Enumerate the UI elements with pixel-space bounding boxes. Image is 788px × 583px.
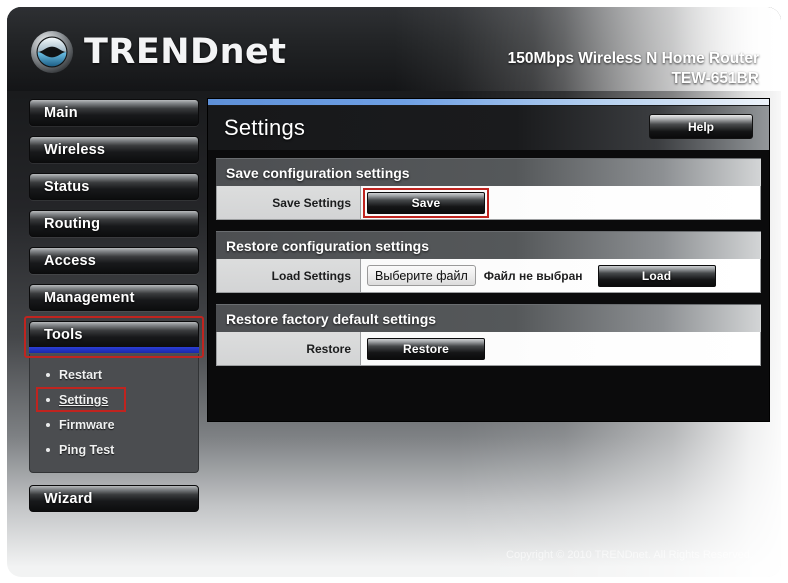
page-header: TRENDnet 150Mbps Wireless N Home Router … — [7, 7, 781, 91]
restore-button[interactable]: Restore — [367, 337, 485, 360]
panel-top-accent-bar — [208, 99, 769, 106]
panel-body: Save configuration settings Save Setting… — [208, 150, 769, 376]
load-button[interactable]: Load — [597, 264, 716, 287]
product-model-line: 150Mbps Wireless N Home Router — [507, 50, 759, 67]
sidebar-navigation: Main Wireless Status Routing Access Mana… — [24, 99, 204, 522]
active-accent-bar — [29, 347, 199, 353]
save-button[interactable]: Save — [363, 187, 489, 218]
bullet-icon — [46, 397, 50, 402]
submenu-item-label: Restart — [59, 367, 103, 382]
section-title: Restore configuration settings — [226, 237, 430, 254]
sidebar-item-wireless[interactable]: Wireless — [29, 136, 199, 163]
section-title: Restore factory default settings — [226, 310, 437, 327]
brand-name: TRENDnet — [84, 31, 287, 72]
section-title: Save configuration settings — [226, 164, 410, 181]
load-settings-label: Load Settings — [217, 259, 361, 292]
submenu-item-firmware[interactable]: Firmware — [30, 412, 198, 437]
sidebar-item-wizard[interactable]: Wizard — [29, 485, 199, 512]
footer-copyright: Copyright © 2010 TRENDnet. All Rights Re… — [506, 549, 753, 561]
restore-row: Restore Restore — [216, 332, 761, 366]
factory-default-section: Restore factory default settings Restore… — [216, 304, 761, 366]
sidebar-item-status[interactable]: Status — [29, 173, 199, 200]
router-admin-window: TRENDnet 150Mbps Wireless N Home Router … — [7, 7, 781, 577]
restore-label: Restore — [217, 332, 361, 365]
submenu-item-label: Settings — [59, 392, 109, 407]
submenu-item-ping-test[interactable]: Ping Test — [30, 437, 198, 462]
submenu-item-restart[interactable]: Restart — [30, 362, 198, 387]
sidebar-item-label: Access — [44, 252, 96, 269]
sidebar-item-label: Management — [44, 289, 135, 306]
file-status-text: Файл не выбран — [483, 268, 583, 283]
section-header: Restore configuration settings — [216, 231, 761, 259]
sidebar-item-routing[interactable]: Routing — [29, 210, 199, 237]
config-file-input[interactable]: Выберите файл Файл не выбран — [367, 265, 583, 286]
save-settings-control: Save — [361, 186, 760, 219]
sidebar-item-access[interactable]: Access — [29, 247, 199, 274]
bullet-icon — [46, 372, 50, 377]
trendnet-wave-logo-icon — [31, 31, 73, 73]
restore-button-label: Restore — [402, 341, 450, 356]
save-settings-row: Save Settings Save — [216, 186, 761, 220]
panel-title-bar: Settings Help — [208, 106, 769, 150]
load-button-label: Load — [641, 268, 672, 283]
choose-file-button[interactable]: Выберите файл — [367, 265, 476, 286]
sidebar-item-label: Tools — [44, 326, 83, 343]
save-configuration-section: Save configuration settings Save Setting… — [216, 158, 761, 220]
load-settings-row: Load Settings Выберите файл Файл не выбр… — [216, 259, 761, 293]
load-settings-control: Выберите файл Файл не выбран Load — [361, 259, 760, 292]
content-panel: Settings Help Save configuration setting… — [207, 98, 770, 422]
sidebar-item-label: Routing — [44, 215, 101, 232]
submenu-item-label: Firmware — [59, 417, 115, 432]
sidebar-item-label: Main — [44, 104, 78, 121]
bullet-icon — [46, 422, 50, 427]
sidebar-item-management[interactable]: Management — [29, 284, 199, 311]
sidebar-item-tools[interactable]: Tools — [24, 316, 204, 358]
help-button-label: Help — [687, 119, 714, 134]
restore-control: Restore — [361, 332, 760, 365]
product-sku-line: TEW-651BR — [671, 69, 759, 87]
help-button[interactable]: Help — [649, 114, 753, 139]
submenu-item-label: Ping Test — [59, 442, 115, 457]
section-header: Save configuration settings — [216, 158, 761, 186]
sidebar-item-label: Wizard — [44, 490, 93, 507]
sidebar-item-label: Wireless — [44, 141, 106, 158]
brand: TRENDnet — [29, 29, 286, 75]
sidebar-item-label: Status — [44, 178, 90, 195]
save-settings-label: Save Settings — [217, 186, 361, 219]
section-header: Restore factory default settings — [216, 304, 761, 332]
restore-configuration-section: Restore configuration settings Load Sett… — [216, 231, 761, 293]
tools-submenu: Restart Settings Firmware Ping Test — [29, 354, 199, 473]
save-button-label: Save — [411, 195, 441, 210]
product-info: 150Mbps Wireless N Home Router TEW-651BR — [508, 49, 759, 89]
bullet-icon — [46, 447, 50, 452]
page-title: Settings — [224, 115, 306, 140]
submenu-item-settings[interactable]: Settings — [30, 387, 198, 412]
sidebar-item-main[interactable]: Main — [29, 99, 199, 126]
